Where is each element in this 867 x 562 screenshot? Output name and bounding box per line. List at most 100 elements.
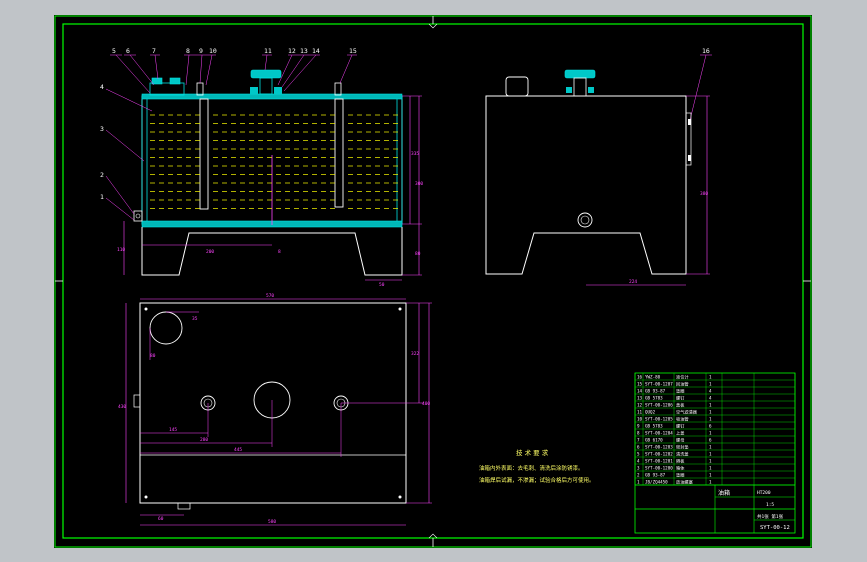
bom-code: SYT-00-1200 bbox=[645, 465, 673, 470]
bom-qty: 1 bbox=[709, 374, 712, 379]
part-number-15: 15 bbox=[349, 47, 357, 55]
dim-top-top: 570 bbox=[266, 293, 274, 299]
dim-top-circle-r: 35 bbox=[192, 316, 198, 322]
dim-side-bottom: 224 bbox=[629, 279, 637, 285]
drawing-canvas: 200 8 335 300 80 110 50 5 6 7 8 9 10 11 … bbox=[54, 15, 812, 548]
bom-code: SYT-00-1205 bbox=[645, 416, 673, 421]
part-number-8: 8 bbox=[186, 47, 190, 55]
bom-no: 1 bbox=[637, 479, 640, 484]
tech-requirements: 技 术 要 求 油箱内外表面：去毛刺、清洗后涂防锈漆。 油箱焊后试漏，不渗漏；试… bbox=[479, 448, 595, 484]
bom-no: 14 bbox=[637, 388, 643, 393]
dim-top-145: 145 bbox=[169, 427, 177, 433]
bom-no: 3 bbox=[637, 465, 640, 470]
part-number-13: 13 bbox=[300, 47, 308, 55]
title-block-scale: 1:5 bbox=[766, 502, 774, 508]
bom-qty: 1 bbox=[709, 465, 712, 470]
dim-top-circle-off: 80 bbox=[150, 353, 156, 359]
dim-front-200: 200 bbox=[206, 249, 214, 255]
part-number-2: 2 bbox=[100, 171, 104, 179]
bom-code: SYT-00-1207 bbox=[645, 381, 673, 386]
bom-no: 7 bbox=[637, 437, 640, 442]
dim-top-bottom: 580 bbox=[268, 519, 276, 525]
dim-front-v-b: 300 bbox=[415, 181, 423, 187]
bom-no: 8 bbox=[637, 430, 640, 435]
bom-no: 9 bbox=[637, 423, 640, 428]
bom-qty: 1 bbox=[709, 409, 712, 414]
dim-front-bottom-right: 50 bbox=[379, 282, 385, 288]
bom-name: 液位计 bbox=[676, 373, 689, 380]
bom-name: 螺钉 bbox=[676, 422, 685, 429]
dim-top-right-b: 400 bbox=[422, 401, 430, 407]
air-filter-side bbox=[564, 69, 596, 79]
bom-code: GB 6170 bbox=[645, 437, 663, 442]
tech-req-title: 技 术 要 求 bbox=[516, 448, 549, 457]
top-view: 570 35 80 322 400 430 145 280 445 60 580 bbox=[118, 293, 432, 526]
cad-viewport: 200 8 335 300 80 110 50 5 6 7 8 9 10 11 … bbox=[0, 0, 867, 562]
part-number-6: 6 bbox=[126, 47, 130, 55]
part-number-4: 4 bbox=[100, 83, 104, 91]
bom-name: 放油螺塞 bbox=[676, 478, 694, 485]
bom-name: 盖板 bbox=[676, 401, 685, 408]
bom-code: SYT-00-1203 bbox=[645, 444, 673, 449]
drawing-border bbox=[62, 23, 804, 539]
dim-side-height: 380 bbox=[700, 191, 708, 197]
part-number-10: 10 bbox=[209, 47, 217, 55]
front-view: 200 8 335 300 80 110 50 bbox=[117, 69, 423, 288]
bom-name: 上盖 bbox=[676, 429, 684, 435]
side-view: 380 224 bbox=[485, 69, 710, 286]
bom-qty: 1 bbox=[709, 472, 712, 477]
dim-top-280: 280 bbox=[200, 437, 208, 443]
bom-qty: 1 bbox=[709, 402, 712, 407]
bom-qty: 1 bbox=[709, 381, 712, 386]
bom-code: YWZ-80 bbox=[645, 374, 661, 379]
dim-front-left: 110 bbox=[117, 247, 125, 253]
bom-qty: 6 bbox=[709, 423, 712, 428]
bom-no: 15 bbox=[637, 381, 643, 386]
bom-code: SYT-00-1204 bbox=[645, 430, 673, 435]
bom-no: 2 bbox=[637, 472, 640, 477]
part-number-1: 1 bbox=[100, 193, 104, 201]
bom-code: GB 5783 bbox=[645, 395, 663, 400]
part-leaders: 5 6 7 8 9 10 11 12 13 14 15 16 4 3 2 1 bbox=[100, 47, 712, 221]
tech-req-line-1: 油箱内外表面：去毛刺、清洗后涂防锈漆。 bbox=[479, 464, 584, 472]
bom-code: SYT-00-1201 bbox=[645, 458, 673, 463]
bom-no: 10 bbox=[637, 416, 643, 421]
bom-name: 空气滤清器 bbox=[676, 408, 698, 415]
dim-top-bottom-left: 60 bbox=[158, 516, 164, 522]
bom-qty: 1 bbox=[709, 444, 712, 449]
bom-code: SYT-00-1202 bbox=[645, 451, 673, 456]
part-number-14: 14 bbox=[312, 47, 320, 55]
bom-qty: 4 bbox=[709, 395, 712, 400]
bom-name: 螺钉 bbox=[676, 394, 685, 401]
bom-code: QUQ2 bbox=[645, 409, 656, 414]
bom-qty: 1 bbox=[709, 451, 712, 456]
dim-top-left: 430 bbox=[118, 404, 126, 410]
dim-top-right-a: 322 bbox=[411, 351, 419, 357]
part-number-11: 11 bbox=[264, 47, 272, 55]
bom-code: GB 93-87 bbox=[645, 472, 666, 477]
dim-top-445: 445 bbox=[234, 447, 242, 453]
part-number-16: 16 bbox=[702, 47, 710, 55]
dim-front-v-c: 80 bbox=[415, 251, 421, 257]
cleaning-hole bbox=[149, 311, 183, 345]
cleaning-cover-side bbox=[505, 76, 529, 97]
bom-code: JB/ZQ4450 bbox=[645, 479, 668, 484]
bom-name: 回油管 bbox=[676, 380, 689, 387]
title-block-number: SYT-00-12 bbox=[760, 525, 790, 531]
bom-name: 隔板 bbox=[676, 457, 685, 464]
bom-qty: 4 bbox=[709, 388, 712, 393]
title-block: 16 YWZ-80 液位计 115 SYT-00-1207 回油管 114 GB 93-87 垫… bbox=[634, 372, 796, 534]
bom-name: 清洗盖 bbox=[676, 450, 689, 457]
oil-level-dashes bbox=[150, 114, 398, 209]
part-number-5: 5 bbox=[112, 47, 116, 55]
bom-no: 6 bbox=[637, 444, 640, 449]
bom-qty: 1 bbox=[709, 458, 712, 463]
bom-no: 11 bbox=[637, 409, 643, 414]
bom-no: 4 bbox=[637, 458, 640, 463]
part-number-9: 9 bbox=[199, 47, 203, 55]
title-block-name: 油箱 bbox=[718, 489, 730, 497]
bom-name: 垫圈 bbox=[676, 387, 684, 394]
bom-qty: 1 bbox=[709, 416, 712, 421]
return-pipe bbox=[334, 98, 344, 208]
title-block-material: HT200 bbox=[757, 490, 771, 496]
